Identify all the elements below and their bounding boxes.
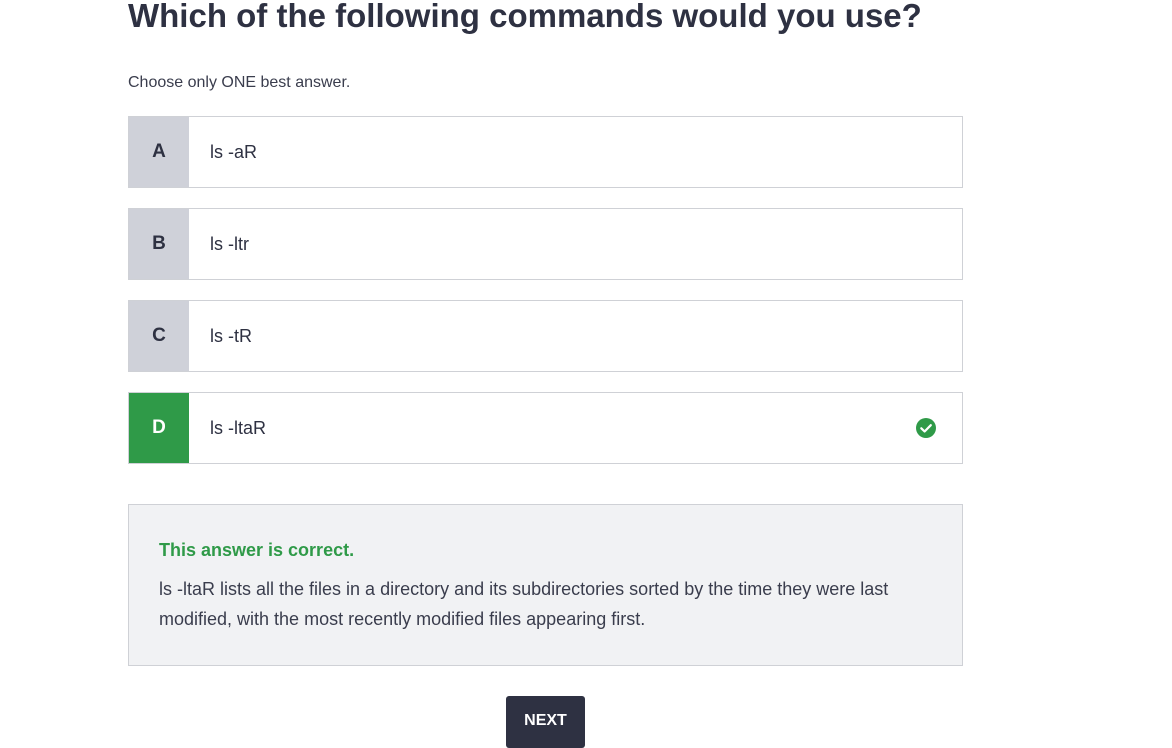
option-text: ls -ltr: [210, 233, 249, 254]
question-title: Which of the following commands would yo…: [128, 0, 922, 34]
option-letter: B: [129, 209, 189, 279]
answer-option-a[interactable]: A ls -aR: [128, 116, 963, 188]
feedback-panel: This answer is correct. ls -ltaR lists a…: [128, 504, 963, 666]
answer-option-d[interactable]: D ls -ltaR: [128, 392, 963, 464]
option-letter: C: [129, 301, 189, 371]
answer-option-b[interactable]: B ls -ltr: [128, 208, 963, 280]
option-letter: D: [129, 393, 189, 463]
feedback-verdict: This answer is correct.: [159, 540, 355, 560]
answer-option-c[interactable]: C ls -tR: [128, 300, 963, 372]
option-text: ls -aR: [210, 141, 258, 162]
next-button[interactable]: NEXT: [506, 696, 585, 748]
question-instruction: Choose only ONE best answer.: [128, 74, 351, 91]
check-circle-icon: [916, 418, 936, 438]
option-letter: A: [129, 117, 189, 187]
option-text: ls -ltaR: [210, 417, 267, 438]
feedback-explanation: ls -ltaR lists all the files in a direct…: [159, 579, 889, 629]
option-text: ls -tR: [210, 325, 252, 346]
